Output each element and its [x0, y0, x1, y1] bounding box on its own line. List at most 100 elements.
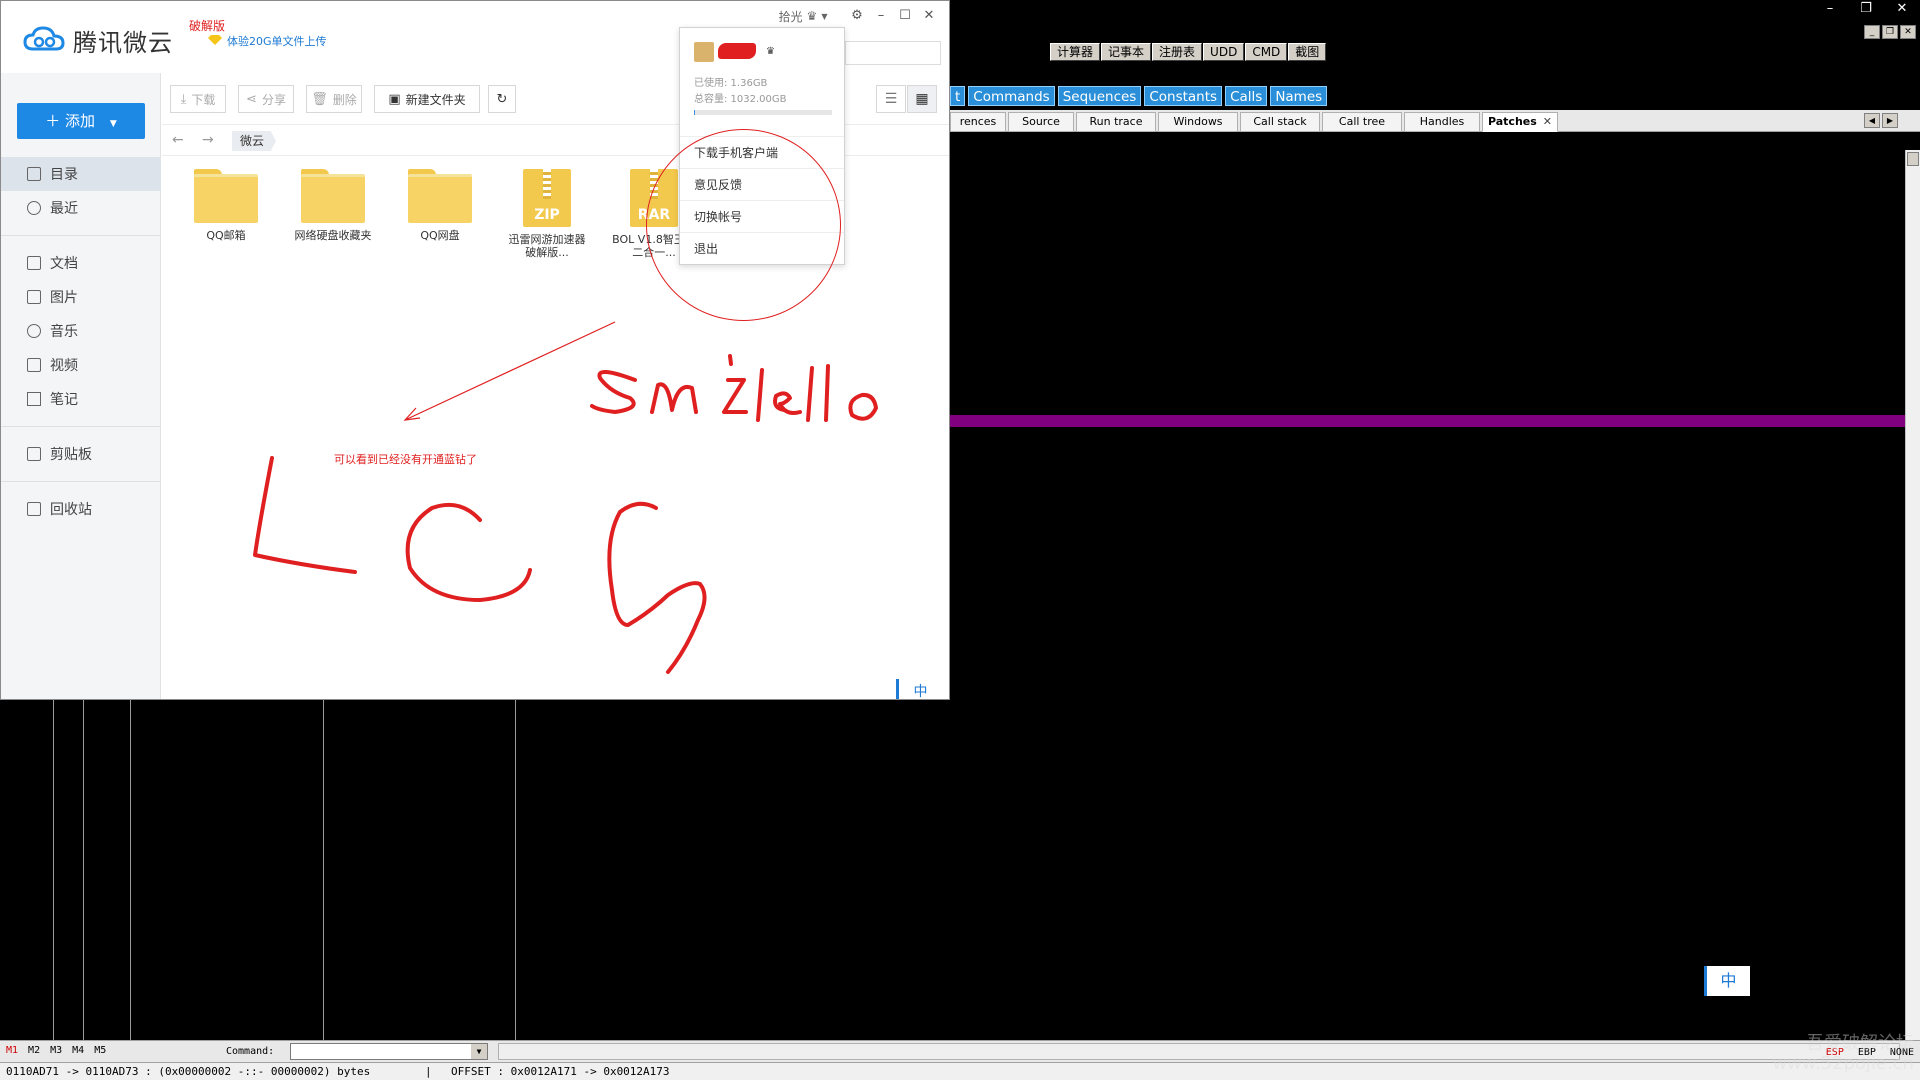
- file-name: 网络硬盘收藏夹: [294, 229, 372, 242]
- memory-tab-m5[interactable]: M5: [94, 1045, 106, 1056]
- download-button[interactable]: ⤓ 下载: [170, 85, 226, 113]
- cloud-logo-icon: [23, 26, 65, 51]
- image-icon: [27, 290, 41, 304]
- memory-tab-m2[interactable]: M2: [28, 1045, 40, 1056]
- share-button[interactable]: ⋖ 分享: [238, 85, 294, 113]
- list-icon: [27, 167, 41, 181]
- new-folder-button[interactable]: ▣ 新建文件夹: [374, 85, 480, 113]
- command-input[interactable]: [291, 1044, 471, 1059]
- diamond-icon: [208, 35, 222, 45]
- window-tab-t[interactable]: t: [950, 86, 966, 106]
- panel-tab-call-stack[interactable]: Call stack: [1240, 112, 1320, 132]
- mdi-restore-icon[interactable]: ❐: [1882, 25, 1898, 39]
- divider: [1, 235, 161, 236]
- weiyun-logo-text: 腾讯微云: [73, 29, 173, 57]
- download-label: 下载: [191, 92, 216, 107]
- promo-link[interactable]: 体验20G单文件上传: [227, 33, 327, 49]
- notepad-button[interactable]: 记事本: [1101, 43, 1152, 61]
- mdi-close-icon[interactable]: ✕: [1900, 25, 1916, 39]
- sidebar-item-clipboard[interactable]: 剪贴板: [1, 437, 161, 471]
- olly-menubar: _ ❐ ✕: [950, 22, 1920, 42]
- storage-progress-fill: [694, 110, 695, 115]
- file-item-xunlei-zip[interactable]: ZIP 迅雷网游加速器破解版...: [505, 169, 589, 259]
- minimize-button[interactable]: –: [1812, 0, 1848, 18]
- chevron-down-icon[interactable]: ▼: [471, 1044, 487, 1059]
- file-item-qq-disk[interactable]: QQ网盘: [398, 169, 482, 242]
- panel-tab-handles[interactable]: Handles: [1404, 112, 1480, 132]
- sidebar-item-directory[interactable]: 目录: [1, 157, 161, 191]
- memory-tab-m1[interactable]: M1: [6, 1045, 18, 1056]
- trash-icon: 🗑: [311, 91, 328, 107]
- panel-tab-windows[interactable]: Windows: [1158, 112, 1238, 132]
- panel-tab-patches[interactable]: Patches ✕: [1482, 112, 1558, 132]
- sidebar-item-label: 最近: [50, 201, 78, 217]
- sidebar-item-documents[interactable]: 文档: [1, 246, 161, 280]
- list-view-button[interactable]: ☰: [876, 85, 906, 113]
- maximize-icon[interactable]: ☐: [893, 5, 917, 27]
- panel-tab-source[interactable]: Source: [1008, 112, 1074, 132]
- command-combobox[interactable]: ▼: [290, 1043, 488, 1060]
- gear-icon[interactable]: ⚙: [845, 5, 869, 27]
- share-icon: ⋖: [246, 91, 257, 107]
- minimize-icon[interactable]: –: [869, 5, 893, 27]
- olly-main-pane: [950, 150, 1905, 1040]
- window-tab-names[interactable]: Names: [1270, 86, 1328, 106]
- breadcrumb[interactable]: 微云: [232, 131, 277, 151]
- scroll-thumb[interactable]: [1907, 152, 1919, 166]
- status-separator: |: [425, 1065, 432, 1078]
- file-item-qq-mail[interactable]: QQ邮箱: [184, 169, 268, 242]
- sidebar-item-recent[interactable]: 最近: [1, 191, 161, 225]
- sidebar-item-music[interactable]: 音乐: [1, 314, 161, 348]
- delete-button[interactable]: 🗑 删除: [306, 85, 362, 113]
- calculator-button[interactable]: 计算器: [1050, 43, 1101, 61]
- window-tab-sequences[interactable]: Sequences: [1057, 86, 1142, 106]
- video-icon: [27, 358, 41, 372]
- mdi-minimize-icon[interactable]: _: [1864, 25, 1880, 39]
- folder-plus-icon: ▣: [388, 91, 401, 107]
- search-input[interactable]: [845, 41, 941, 65]
- close-button[interactable]: ✕: [1884, 0, 1920, 18]
- watermark-url: www.52pojie.cn: [1772, 1053, 1914, 1074]
- sidebar-item-label: 音乐: [50, 324, 78, 340]
- forward-arrow-icon[interactable]: →: [202, 132, 214, 148]
- olly-toolbar: 计算器 记事本 注册表 UDD CMD 截图: [950, 42, 1920, 62]
- sidebar-item-images[interactable]: 图片: [1, 280, 161, 314]
- column-divider: [323, 700, 324, 1040]
- tab-scroll-right-icon[interactable]: ▶: [1882, 113, 1898, 128]
- clipboard-icon: [27, 447, 41, 461]
- command-status-field: [498, 1043, 1900, 1060]
- back-arrow-icon[interactable]: ←: [172, 132, 184, 148]
- memory-tab-m3[interactable]: M3: [50, 1045, 62, 1056]
- redacted-username: [718, 43, 756, 59]
- close-icon[interactable]: ✕: [1543, 115, 1552, 128]
- restore-button[interactable]: ❐: [1848, 0, 1884, 18]
- sidebar-item-video[interactable]: 视频: [1, 348, 161, 382]
- cmd-button[interactable]: CMD: [1245, 43, 1288, 61]
- panel-tab-run-trace[interactable]: Run trace: [1076, 112, 1156, 132]
- grid-view-button[interactable]: ▦: [907, 85, 937, 113]
- file-item-net-disk[interactable]: 网络硬盘收藏夹: [291, 169, 375, 242]
- vertical-scrollbar[interactable]: [1905, 150, 1920, 1040]
- olly-titlebar: – ❐ ✕: [950, 0, 1920, 22]
- panel-tab-references[interactable]: rences: [950, 112, 1006, 132]
- close-icon[interactable]: ✕: [917, 5, 941, 27]
- sidebar-item-notes[interactable]: 笔记: [1, 382, 161, 416]
- storage-progress: [694, 110, 832, 115]
- registry-button[interactable]: 注册表: [1152, 43, 1203, 61]
- udd-button[interactable]: UDD: [1203, 43, 1245, 61]
- memory-tab-m4[interactable]: M4: [72, 1045, 84, 1056]
- screenshot-button[interactable]: 截图: [1288, 43, 1327, 61]
- status-selection: 0110AD71 -> 0110AD73 : (0x00000002 -::- …: [6, 1065, 371, 1078]
- window-tab-calls[interactable]: Calls: [1225, 86, 1268, 106]
- tab-scroll-left-icon[interactable]: ◀: [1864, 113, 1880, 128]
- annotation-circle: [646, 129, 841, 321]
- user-menu-trigger[interactable]: 拾光 ♛ ▼: [761, 5, 845, 27]
- window-tab-commands[interactable]: Commands: [968, 86, 1055, 106]
- sidebar-item-label: 剪贴板: [50, 447, 92, 463]
- panel-tab-call-tree[interactable]: Call tree: [1322, 112, 1402, 132]
- highlight-line: [950, 415, 1905, 427]
- window-tab-constants[interactable]: Constants: [1144, 86, 1223, 106]
- sidebar-item-recycle-bin[interactable]: 回收站: [1, 492, 161, 526]
- add-button[interactable]: ＋ 添加 ▼: [17, 103, 145, 139]
- refresh-button[interactable]: ↻: [488, 85, 516, 113]
